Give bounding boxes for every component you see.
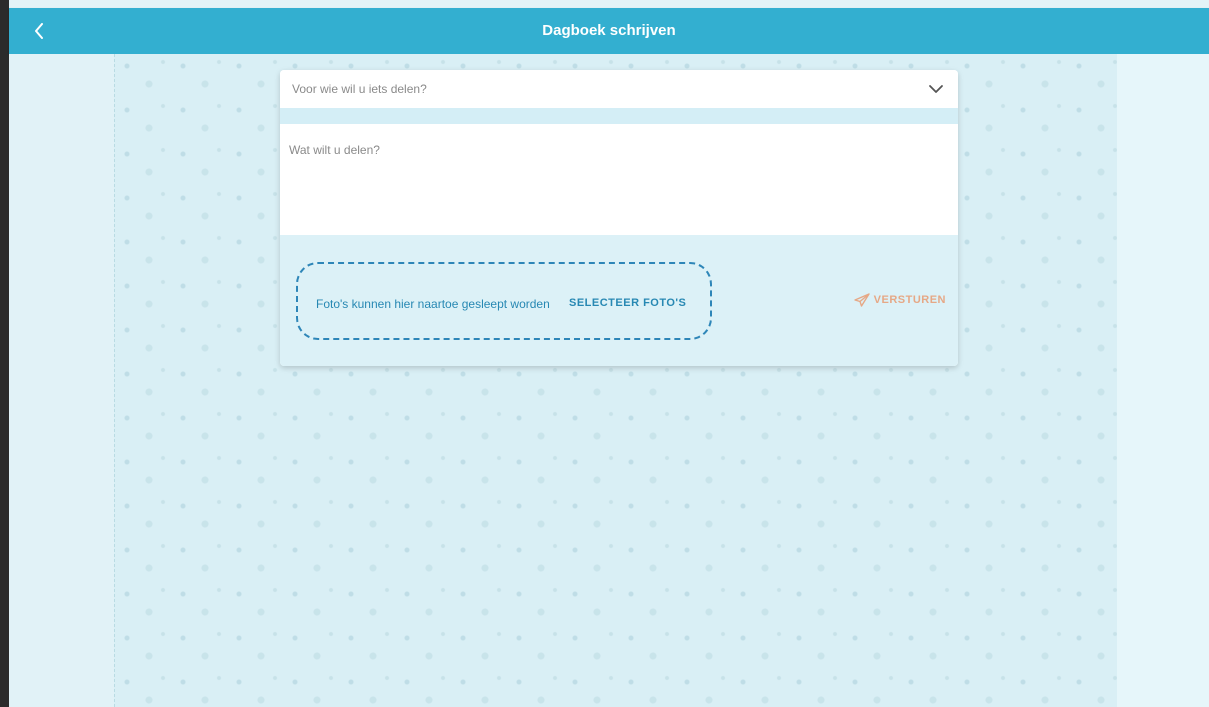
- right-background: [1117, 54, 1209, 707]
- recipient-placeholder: Voor wie wil u iets delen?: [292, 82, 427, 96]
- top-bar: Dagboek schrijven: [9, 8, 1209, 54]
- chevron-down-icon: [929, 85, 943, 93]
- dropzone-text: Foto's kunnen hier naartoe gesleept word…: [316, 297, 550, 311]
- send-label: VERSTUREN: [873, 294, 946, 306]
- send-button[interactable]: VERSTUREN: [853, 290, 946, 310]
- paper-plane-icon: [853, 293, 870, 307]
- diary-form-card: Voor wie wil u iets delen? Wat wilt u de…: [280, 70, 958, 366]
- select-photos-button[interactable]: SELECTEER FOTO'S: [569, 297, 686, 309]
- window-edge: [0, 0, 9, 707]
- field-separator: [280, 108, 958, 124]
- attachment-panel: Foto's kunnen hier naartoe gesleept word…: [280, 235, 958, 366]
- page-title: Dagboek schrijven: [542, 22, 676, 39]
- recipient-select[interactable]: Voor wie wil u iets delen?: [280, 70, 958, 108]
- app-frame: Dagboek schrijven Voor wie wil u iets de…: [0, 0, 1209, 707]
- left-background: [9, 54, 114, 707]
- photo-dropzone[interactable]: Foto's kunnen hier naartoe gesleept word…: [296, 262, 712, 340]
- message-placeholder: Wat wilt u delen?: [289, 143, 380, 157]
- message-textarea[interactable]: Wat wilt u delen?: [280, 124, 958, 235]
